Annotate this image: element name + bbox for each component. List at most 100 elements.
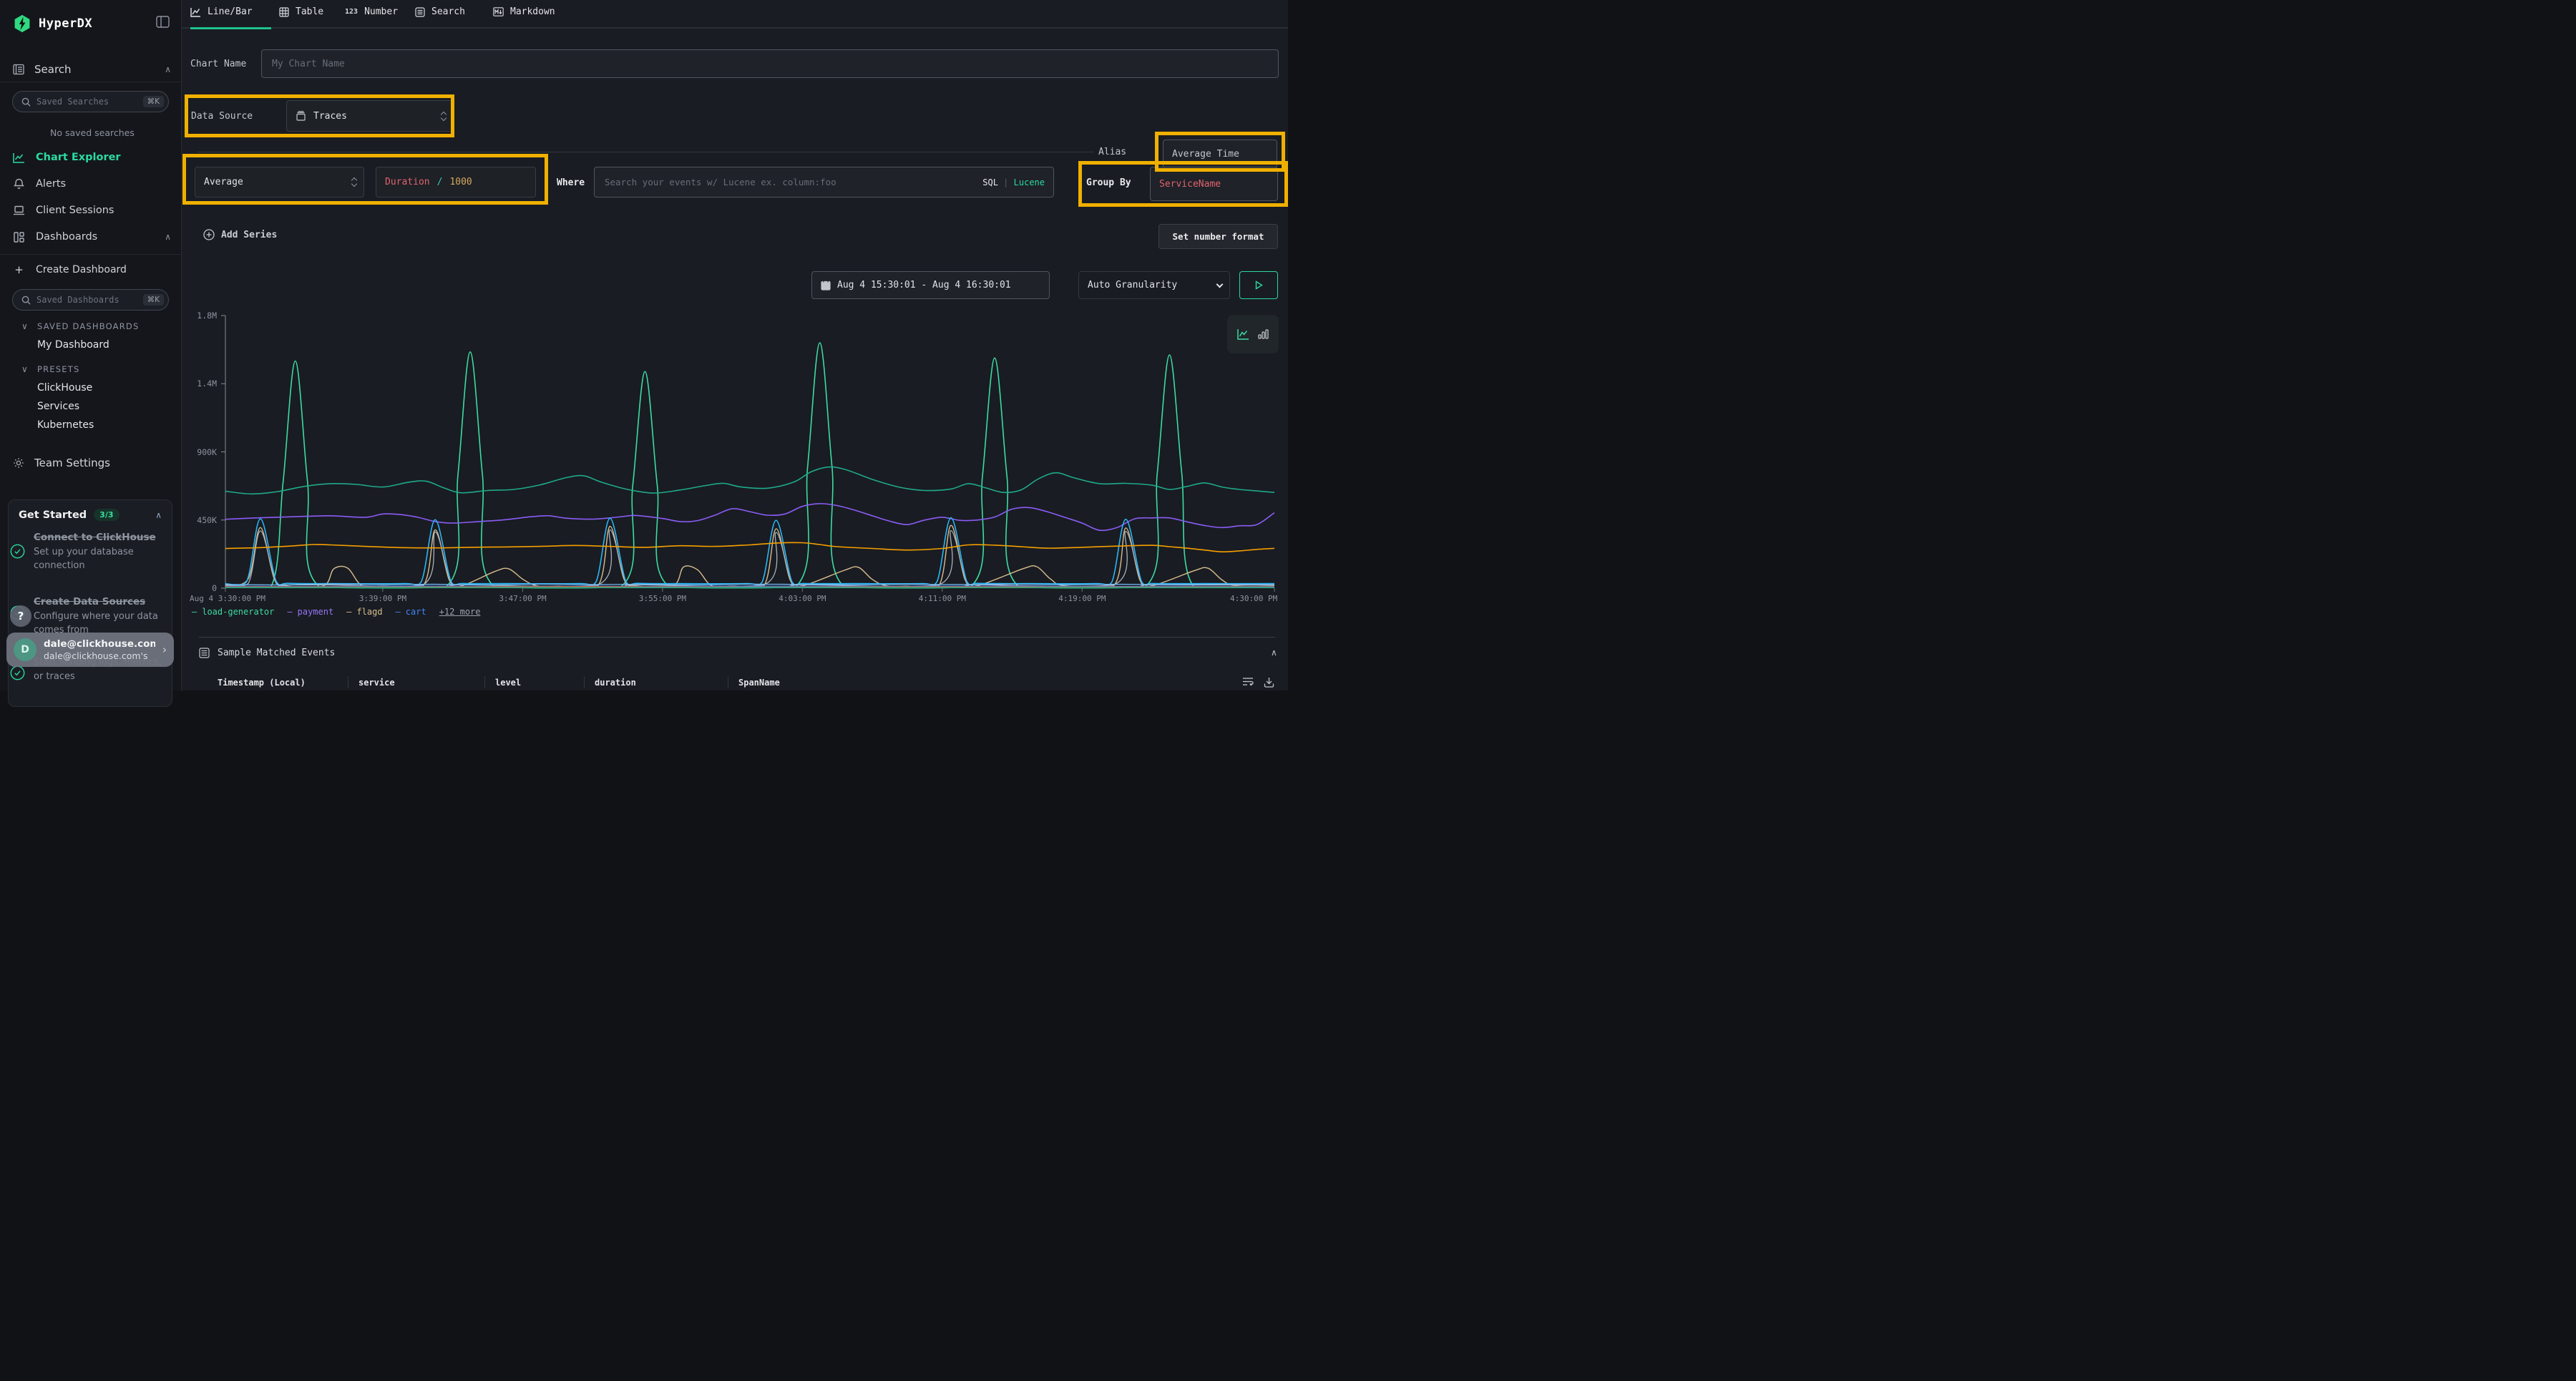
search-section-label: Search xyxy=(34,63,155,76)
expression-field: Duration xyxy=(385,177,430,187)
field-expression-input[interactable]: Duration/1000 xyxy=(376,167,536,197)
sidebar-item-dashboards[interactable]: Dashboards ∧ xyxy=(13,231,171,243)
get-started-item-desc: Set up your database connection xyxy=(34,545,174,573)
column-separator xyxy=(584,677,585,688)
x-tick-label: 4:03:00 PM xyxy=(779,594,826,603)
legend-more-link[interactable]: +12 more xyxy=(439,607,481,617)
group-by-input[interactable]: ServiceName xyxy=(1150,167,1278,201)
chevron-up-icon: ∧ xyxy=(165,64,171,74)
get-started-item[interactable]: Create Data Sources Configure where your… xyxy=(10,595,174,638)
aggregation-select[interactable]: Average xyxy=(195,167,364,197)
tab-table[interactable]: Table xyxy=(279,6,323,17)
group-by-value: ServiceName xyxy=(1159,179,1221,190)
saved-dashboards-section[interactable]: ∨ SAVED DASHBOARDS xyxy=(21,321,140,331)
divider xyxy=(199,637,1275,638)
shortcut-badge: ⌘K xyxy=(143,96,164,107)
sidebar-item-chart-explorer[interactable]: Chart Explorer xyxy=(13,152,171,163)
where-search-input[interactable]: SQL | Lucene xyxy=(594,167,1054,197)
check-circle-icon xyxy=(10,544,25,573)
tab-label: Markdown xyxy=(510,6,555,17)
x-tick-label: 4:11:00 PM xyxy=(919,594,966,603)
granularity-select[interactable]: Auto Granularity xyxy=(1078,271,1230,299)
saved-dashboards-input[interactable]: Saved Dashboards ⌘K xyxy=(12,289,169,311)
sidebar-section-search[interactable]: Search ∧ xyxy=(13,63,171,76)
alias-input[interactable]: Average Time xyxy=(1163,140,1277,168)
time-range-picker[interactable]: Aug 4 15:30:01 - Aug 4 16:30:01 xyxy=(811,271,1050,299)
sidebar-item-kubernetes[interactable]: Kubernetes xyxy=(37,419,94,431)
user-menu[interactable]: D dale@clickhouse.com dale@clickhouse.co… xyxy=(6,633,174,667)
collapse-chevron-icon[interactable]: ∧ xyxy=(1271,648,1277,658)
saved-searches-input[interactable]: Saved Searches ⌘K xyxy=(12,91,169,112)
get-started-item[interactable]: Connect to ClickHouse Set up your databa… xyxy=(10,531,174,573)
get-started-item-title: Connect to ClickHouse xyxy=(34,531,174,545)
set-number-format-button[interactable]: Set number format xyxy=(1158,224,1278,249)
sample-events-title: Sample Matched Events xyxy=(218,648,335,658)
x-tick-label: 4:19:00 PM xyxy=(1058,594,1106,603)
hyperdx-chart-explorer-page: HyperDX Search ∧ Saved Searches ⌘K No sa… xyxy=(0,0,1288,690)
run-query-button[interactable] xyxy=(1239,271,1278,299)
chevron-up-icon[interactable]: ∧ xyxy=(155,510,162,520)
calendar-icon xyxy=(821,280,831,291)
sidebar-item-label: Chart Explorer xyxy=(36,152,121,163)
user-team: dale@clickhouse.com's xyxy=(44,650,155,662)
query-language-toggle[interactable]: SQL | Lucene xyxy=(982,177,1045,187)
data-source-label: Data Source xyxy=(191,111,253,122)
saved-searches-placeholder: Saved Searches xyxy=(36,97,137,107)
line-chart[interactable] xyxy=(215,313,1281,592)
add-series-label: Add Series xyxy=(221,230,277,240)
legend-item[interactable]: —load-generator xyxy=(192,607,274,617)
data-source-select[interactable]: Traces xyxy=(286,100,454,132)
aggregation-value: Average xyxy=(204,177,345,187)
column-header-duration[interactable]: duration xyxy=(595,678,718,688)
gear-icon xyxy=(13,457,24,469)
add-series-button[interactable]: Add Series xyxy=(203,229,277,240)
sample-events-header[interactable]: Sample Matched Events xyxy=(199,648,335,658)
sidebar-item-client-sessions[interactable]: Client Sessions xyxy=(13,205,171,216)
team-settings-label: Team Settings xyxy=(34,457,171,469)
where-label: Where xyxy=(557,177,585,188)
granularity-value: Auto Granularity xyxy=(1088,280,1210,291)
column-header-level[interactable]: level xyxy=(495,678,574,688)
legend-item[interactable]: —cart xyxy=(396,607,426,617)
column-separator xyxy=(484,677,485,688)
lucene-option[interactable]: Lucene xyxy=(1014,177,1045,187)
number-123-icon: 123 xyxy=(345,8,358,16)
data-source-value: Traces xyxy=(313,111,434,122)
chart-legend: —load-generator —payment —flagd —cart +12 mo… xyxy=(192,607,481,617)
sidebar-collapse-icon[interactable] xyxy=(156,16,170,28)
app-logo[interactable]: HyperDX xyxy=(13,14,92,33)
chart-name-input[interactable] xyxy=(261,49,1279,78)
alias-value: Average Time xyxy=(1172,149,1239,160)
sql-option[interactable]: SQL xyxy=(982,177,998,187)
presets-section[interactable]: ∨ PRESETS xyxy=(21,364,79,374)
sidebar-item-services[interactable]: Services xyxy=(37,401,79,412)
chevron-right-icon: › xyxy=(162,643,167,656)
sidebar-item-clickhouse[interactable]: ClickHouse xyxy=(37,382,92,394)
tab-number[interactable]: 123 Number xyxy=(345,6,398,17)
tab-line-bar[interactable]: Line/Bar xyxy=(190,6,253,17)
column-header-timestamp-local-[interactable]: Timestamp (Local) xyxy=(218,678,338,688)
tab-label: Number xyxy=(364,6,398,17)
create-dashboard-button[interactable]: + Create Dashboard xyxy=(13,263,171,276)
help-button[interactable]: ? xyxy=(10,605,31,627)
laptop-icon xyxy=(13,205,25,215)
sidebar-item-team-settings[interactable]: Team Settings xyxy=(13,457,171,469)
chart-line-icon xyxy=(13,152,25,163)
wrap-lines-icon[interactable] xyxy=(1242,677,1254,688)
chevron-down-icon: ∨ xyxy=(21,364,29,374)
tab-search[interactable]: Search xyxy=(415,6,465,17)
column-header-spanname[interactable]: SpanName xyxy=(738,678,780,688)
create-dashboard-label: Create Dashboard xyxy=(36,264,127,275)
legend-item[interactable]: —payment xyxy=(287,607,333,617)
x-tick-label: Aug 4 3:30:00 PM xyxy=(190,594,265,603)
tab-markdown[interactable]: Markdown xyxy=(493,6,555,17)
download-icon[interactable] xyxy=(1264,677,1274,688)
column-header-service[interactable]: service xyxy=(358,678,474,688)
sidebar-item-label: Client Sessions xyxy=(36,205,114,216)
legend-item[interactable]: —flagd xyxy=(346,607,382,617)
app-title: HyperDX xyxy=(39,16,92,31)
sidebar-item-alerts[interactable]: Alerts xyxy=(13,178,171,190)
expression-number: 1000 xyxy=(449,177,472,187)
sidebar-item-my-dashboard[interactable]: My Dashboard xyxy=(37,339,109,351)
select-chevrons-icon xyxy=(441,112,446,120)
